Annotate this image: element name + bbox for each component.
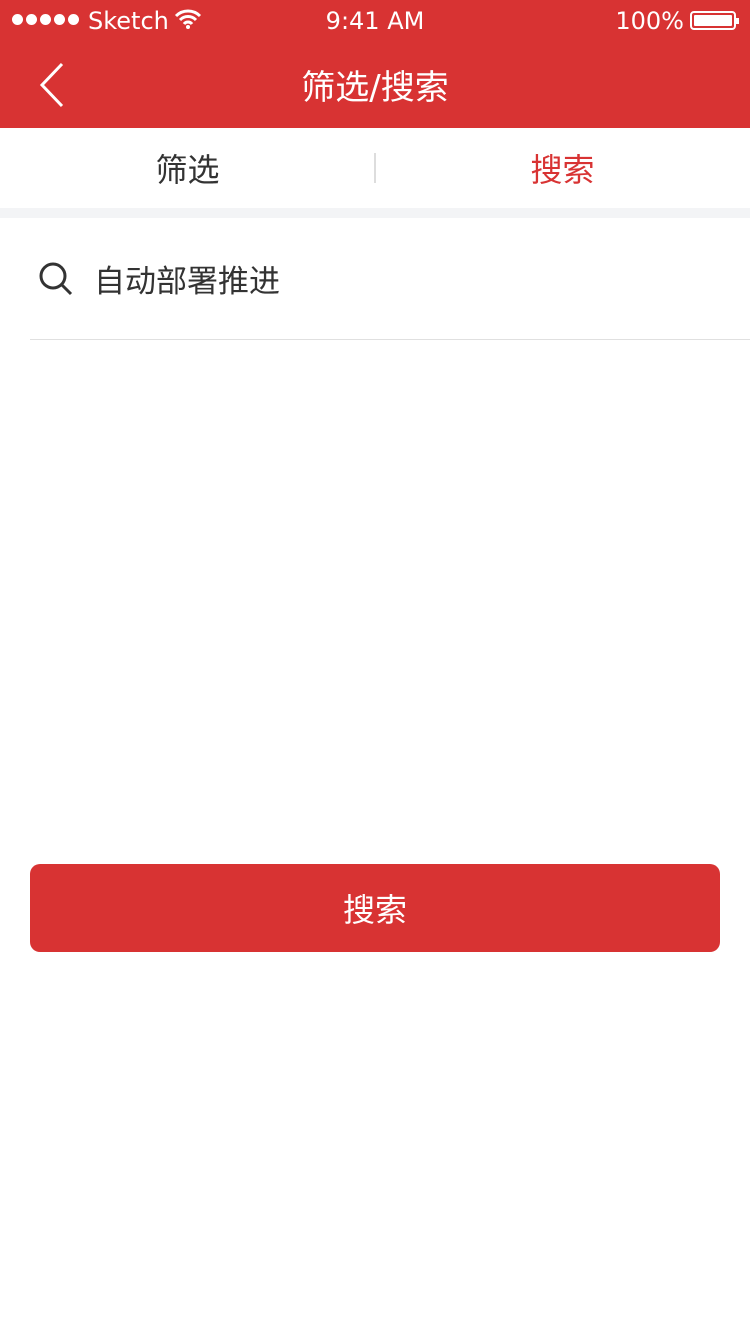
- tab-divider: [374, 153, 376, 183]
- search-icon: [39, 262, 73, 295]
- battery-icon: [690, 11, 739, 30]
- status-bar: Sketch 9:41 AM 100%: [0, 0, 750, 40]
- search-input[interactable]: [94, 260, 654, 297]
- battery-percent: 100%: [615, 7, 684, 35]
- nav-header: Sketch 9:41 AM 100% 筛选/搜索: [0, 0, 750, 128]
- page-title: 筛选/搜索: [301, 68, 449, 108]
- tab-search[interactable]: 搜索: [375, 128, 750, 208]
- tab-filter[interactable]: 筛选: [0, 128, 375, 208]
- search-row: [30, 218, 750, 340]
- search-button[interactable]: 搜索: [30, 864, 720, 952]
- tab-bar: 筛选 搜索: [0, 128, 750, 218]
